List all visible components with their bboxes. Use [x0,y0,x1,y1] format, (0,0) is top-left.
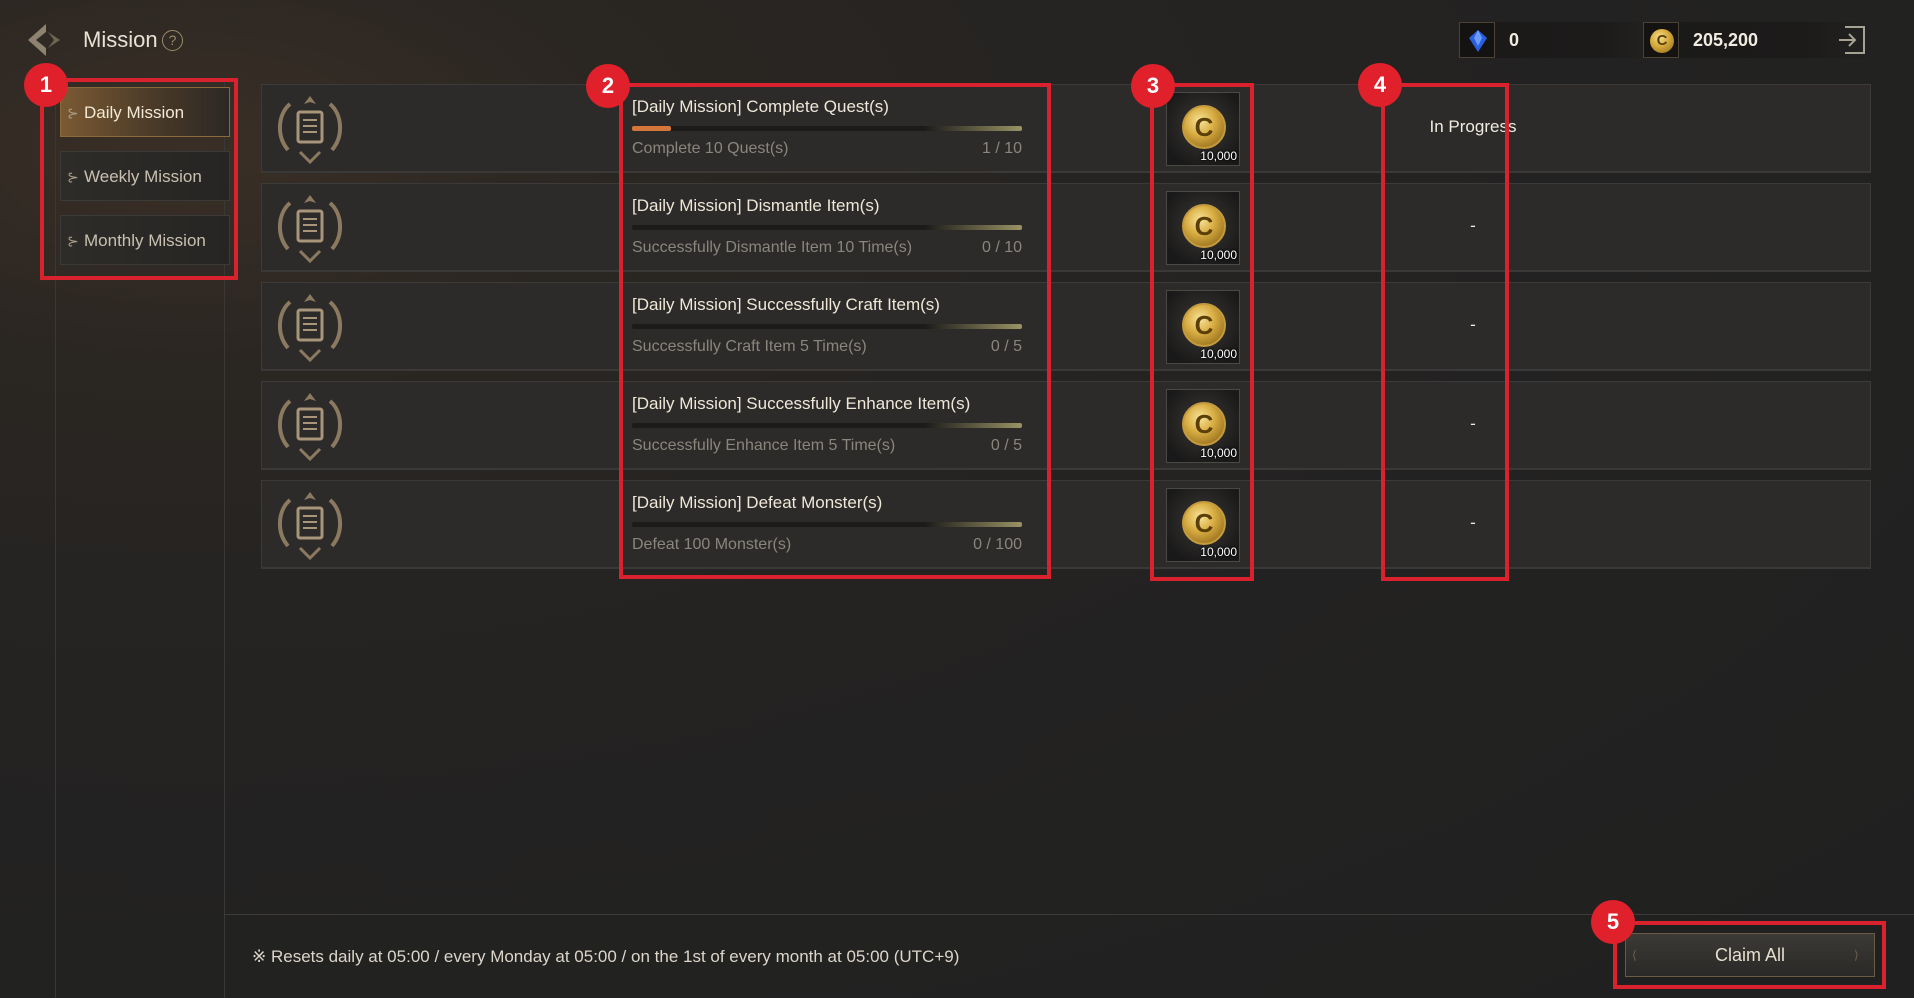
mission-row: [Daily Mission] Complete Quest(s) Comple… [261,84,1871,173]
back-arrow-icon[interactable] [24,20,66,60]
mission-emblem-icon [278,96,342,165]
gold-count: 205,200 [1693,30,1759,50]
annotation-badge-1: 1 [24,63,68,107]
mission-emblem-icon [278,294,342,363]
annotation-box-4 [1381,83,1509,581]
gem-counter: 0 [1459,22,1659,58]
page-title: Mission [83,27,158,52]
annotation-box-1 [40,78,238,280]
annotation-box-3 [1150,83,1254,581]
mission-row: [Daily Mission] Defeat Monster(s) Defeat… [261,480,1871,569]
gem-count: 0 [1509,30,1520,50]
gem-icon [1459,22,1495,58]
annotation-box-2 [619,83,1051,579]
top-bar: Mission ? 0 C 205,200 [0,0,1914,80]
annotation-badge-4: 4 [1358,63,1402,107]
gold-coin-icon: C [1643,22,1679,58]
mission-emblem-icon [278,492,342,561]
mission-emblem-icon [278,195,342,264]
annotation-badge-3: 3 [1131,64,1175,108]
help-icon[interactable]: ? [162,30,183,51]
annotation-badge-5: 5 [1591,900,1635,944]
reset-note: ※ Resets daily at 05:00 / every Monday a… [252,947,960,966]
exit-icon[interactable] [1837,24,1867,56]
mission-row: [Daily Mission] Successfully Enhance Ite… [261,381,1871,470]
mission-emblem-icon [278,393,342,462]
mission-row: [Daily Mission] Successfully Craft Item(… [261,282,1871,371]
mission-row: [Daily Mission] Dismantle Item(s) Succes… [261,183,1871,272]
annotation-badge-2: 2 [586,64,630,108]
annotation-box-5 [1613,921,1886,989]
footer-divider [224,914,1914,915]
